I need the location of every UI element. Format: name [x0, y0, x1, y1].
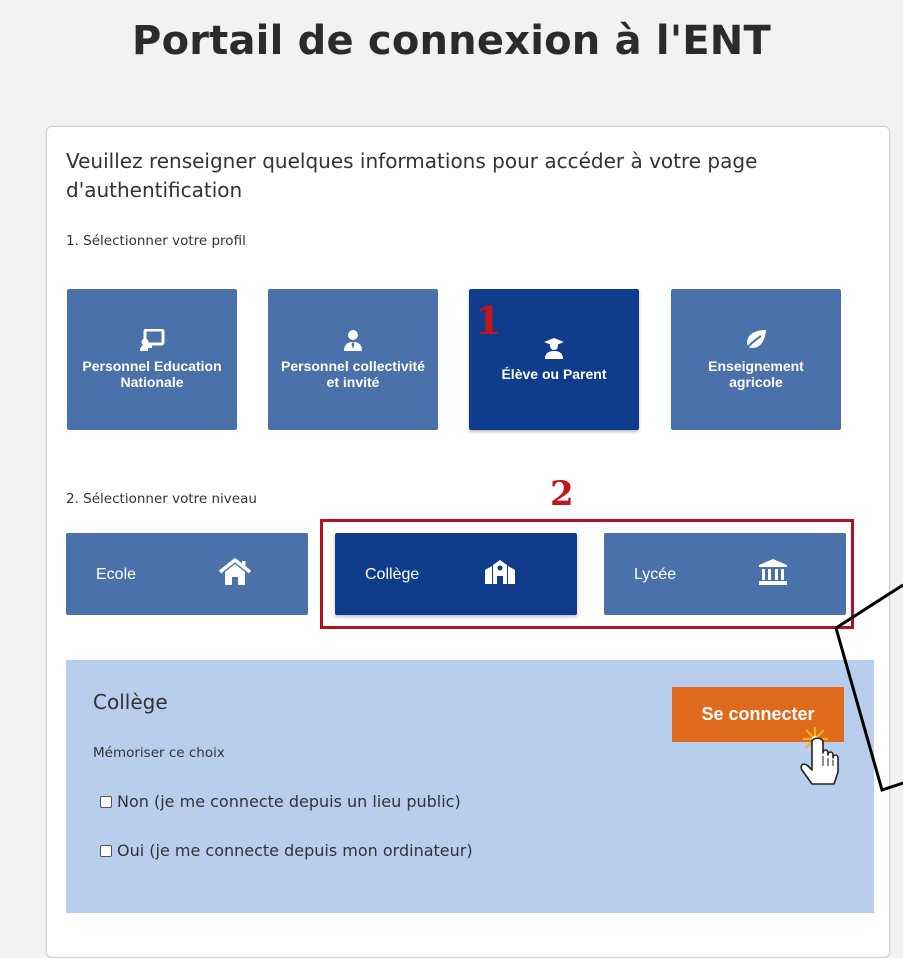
level-step-label: 2. Sélectionner votre niveau	[66, 491, 257, 507]
level-button-ecole[interactable]: Ecole	[66, 533, 308, 615]
level-button-label: Ecole	[96, 566, 137, 583]
annotation-marker-2: 2	[550, 474, 574, 514]
connect-panel-title: Collège	[93, 690, 168, 714]
profile-button-label: Personnel Education Nationale	[82, 358, 222, 390]
checkbox-non[interactable]	[100, 795, 112, 808]
profile-button-personnel-collectivite[interactable]: Personnel collectivité et invité	[268, 289, 438, 430]
connect-button[interactable]: Se connecter	[672, 687, 844, 742]
page-title: Portail de connexion à l'ENT	[132, 18, 771, 64]
remember-option-label: Non (je me connecte depuis un lieu publi…	[117, 792, 461, 811]
profile-step-label: 1. Sélectionner votre profil	[66, 233, 246, 249]
remember-option-oui[interactable]: Oui (je me connecte depuis mon ordinateu…	[100, 841, 473, 860]
presentation-board-icon	[139, 328, 165, 354]
intro-text: Veuillez renseigner quelques information…	[66, 149, 758, 202]
profile-button-label: Enseignement agricole	[708, 358, 804, 390]
house-icon	[218, 558, 252, 591]
profile-button-personnel-education[interactable]: Personnel Education Nationale	[67, 289, 237, 430]
leaf-icon	[744, 329, 768, 354]
person-tie-icon	[343, 329, 363, 354]
profile-button-label: Personnel collectivité et invité	[281, 358, 425, 390]
profile-button-enseignement-agricole[interactable]: Enseignement agricole	[671, 289, 841, 430]
remember-choice-label: Mémoriser ce choix	[93, 745, 225, 761]
graduate-icon	[543, 337, 565, 362]
remember-option-non[interactable]: Non (je me connecte depuis un lieu publi…	[100, 792, 461, 811]
profile-button-label: Élève ou Parent	[501, 366, 607, 382]
remember-option-label: Oui (je me connecte depuis mon ordinateu…	[117, 841, 473, 860]
annotation-marker-1: 1	[475, 298, 502, 343]
annotation-highlight-box	[320, 519, 854, 629]
checkbox-oui[interactable]	[100, 844, 112, 857]
